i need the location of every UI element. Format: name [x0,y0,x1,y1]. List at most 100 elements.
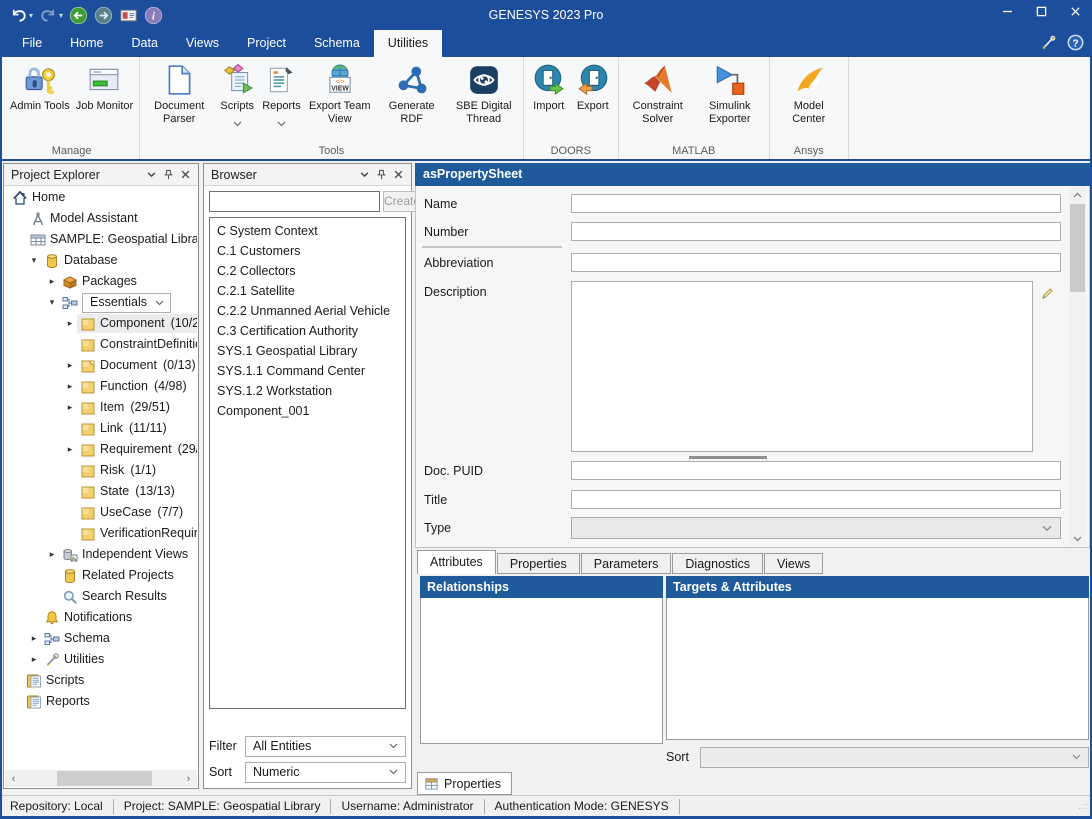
splitter-handle[interactable] [689,456,767,459]
tree-item-sample-geospatial-library[interactable]: SAMPLE: Geospatial Library [5,229,197,250]
tab-attributes[interactable]: Attributes [417,550,496,574]
panel-menu-button[interactable] [356,167,373,183]
ribbon-generate-rdf-button[interactable]: Generate RDF [376,61,448,128]
ribbon-scripts-button[interactable]: Scripts [215,61,259,132]
browser-item[interactable]: C System Context [210,221,405,241]
tree-item-independent-views[interactable]: ▸Independent Views [5,544,197,565]
browser-item[interactable]: C.2.1 Satellite [210,281,405,301]
scroll-up-icon[interactable] [1069,187,1086,202]
edit-pencil-icon[interactable] [1040,286,1055,304]
tree-item-state[interactable]: State(13/13) [5,481,197,502]
ribbon-job-monitor-button[interactable]: Job Monitor [73,61,136,115]
tree-item-constraintdefinition[interactable]: ConstraintDefinition [5,334,197,355]
tree-item-notifications[interactable]: Notifications [5,607,197,628]
tree-item-home[interactable]: Home [5,187,197,208]
tree-item-search-results[interactable]: Search Results [5,586,197,607]
help-button[interactable]: ? [1067,34,1084,54]
type-select[interactable] [571,517,1061,539]
tree-item-database[interactable]: ▾Database [5,250,197,271]
expander-open-icon[interactable]: ▾ [45,292,59,313]
expander-closed-icon[interactable]: ▸ [27,649,41,670]
scrollbar-thumb[interactable] [1070,204,1085,292]
expander-closed-icon[interactable]: ▸ [63,439,77,460]
tab-file[interactable]: File [8,30,56,57]
ribbon-simulink-exporter-button[interactable]: Simulink Exporter [694,61,766,128]
tab-properties[interactable]: Properties [497,553,580,574]
browser-item[interactable]: Component_001 [210,401,405,421]
browser-name-input[interactable] [209,191,380,212]
ribbon-model-center-button[interactable]: Model Center [773,61,845,128]
panel-close-button[interactable] [390,167,407,183]
tab-views[interactable]: Views [764,553,823,574]
tree-item-reports[interactable]: Reports [5,691,197,712]
minimize-button[interactable] [990,0,1024,22]
expander-open-icon[interactable]: ▾ [27,250,41,271]
resize-grip[interactable]: .:: [1078,801,1089,811]
chevron-down-icon[interactable] [233,116,242,130]
scroll-right-icon[interactable]: › [180,773,197,785]
tree-item-item[interactable]: ▸Item(29/51) [5,397,197,418]
tab-schema[interactable]: Schema [300,30,374,57]
tree-item-utilities[interactable]: ▸Utilities [5,649,197,670]
tree-item-usecase[interactable]: UseCase(7/7) [5,502,197,523]
scroll-down-icon[interactable] [1069,531,1086,546]
tree-item-function[interactable]: ▸Function(4/98) [5,376,197,397]
tab-parameters[interactable]: Parameters [581,553,672,574]
browser-item[interactable]: C.1 Customers [210,241,405,261]
tree-item-verificationrequirem[interactable]: VerificationRequirem [5,523,197,544]
title-field[interactable] [571,490,1061,509]
essentials-combo[interactable]: Essentials [82,293,171,313]
expander-closed-icon[interactable]: ▸ [27,628,41,649]
expander-closed-icon[interactable]: ▸ [63,397,77,418]
ribbon-export-team-view-button[interactable]: </>VIEWExport Team View [304,61,376,128]
ribbon-document-parser-button[interactable]: Document Parser [143,61,215,128]
pin-button[interactable] [373,167,390,183]
relationships-list[interactable] [420,598,663,744]
ribbon-import-button[interactable]: Import [527,61,571,115]
panel-menu-button[interactable] [143,167,160,183]
targets-attributes-list[interactable] [666,598,1089,740]
expander-closed-icon[interactable]: ▸ [63,355,77,376]
panel-close-button[interactable] [177,167,194,183]
number-field[interactable] [571,222,1061,241]
filter-select[interactable]: All Entities [245,736,406,757]
doc-puid-field[interactable] [571,461,1061,480]
tree-item-packages[interactable]: ▸Packages [5,271,197,292]
ribbon-reports-button[interactable]: Reports [259,61,304,132]
sort-select[interactable]: Numeric [245,762,406,783]
abbreviation-field[interactable] [571,253,1061,272]
ribbon-admin-tools-button[interactable]: Admin Tools [7,61,73,115]
expander-closed-icon[interactable]: ▸ [63,376,77,397]
tab-properties-bottom[interactable]: Properties [417,772,512,795]
browser-item[interactable]: SYS.1.1 Command Center [210,361,405,381]
tree-item-component[interactable]: ▸Component(10/23) [5,313,197,334]
horizontal-scrollbar[interactable]: ‹ › [5,770,197,787]
tab-home[interactable]: Home [56,30,117,57]
ribbon-export-button[interactable]: Export [571,61,615,115]
tree-item-link[interactable]: Link(11/11) [5,418,197,439]
description-field[interactable] [571,281,1033,452]
scrollbar-thumb[interactable] [57,771,152,786]
expander-closed-icon[interactable]: ▸ [45,271,59,292]
pin-button[interactable] [160,167,177,183]
close-button[interactable] [1058,0,1092,22]
settings-tools-button[interactable] [1040,34,1057,54]
tree-item-risk[interactable]: Risk(1/1) [5,460,197,481]
tree-item-model-assistant[interactable]: Model Assistant [5,208,197,229]
browser-item[interactable]: C.3 Certification Authority [210,321,405,341]
chevron-down-icon[interactable] [277,116,286,130]
tab-data[interactable]: Data [118,30,172,57]
tree-item-essentials[interactable]: ▾ Essentials [5,292,197,313]
vertical-scrollbar[interactable] [1069,187,1086,546]
browser-item[interactable]: C.2.2 Unmanned Aerial Vehicle [210,301,405,321]
expander-closed-icon[interactable]: ▸ [45,544,59,565]
name-field[interactable] [571,194,1061,213]
maximize-button[interactable] [1024,0,1058,22]
scroll-left-icon[interactable]: ‹ [5,773,22,785]
targets-sort-select[interactable] [700,747,1089,768]
tree-item-requirement[interactable]: ▸Requirement(29/35 [5,439,197,460]
tree-item-scripts[interactable]: Scripts [5,670,197,691]
ribbon-constraint-solver-button[interactable]: Constraint Solver [622,61,694,128]
browser-item[interactable]: SYS.1 Geospatial Library [210,341,405,361]
tree-item-schema[interactable]: ▸Schema [5,628,197,649]
